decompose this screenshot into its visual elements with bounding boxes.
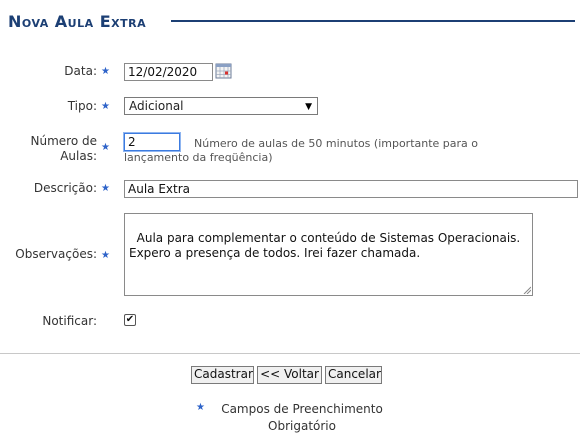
lessons-label: Número de Aulas:	[31, 134, 97, 164]
lessons-input[interactable]: 2	[124, 133, 180, 151]
required-star-icon: ★	[101, 66, 110, 77]
register-button[interactable]: Cadastrar	[191, 366, 254, 384]
cancel-button[interactable]: Cancelar	[325, 366, 382, 384]
resize-handle-icon[interactable]	[523, 286, 531, 294]
page-title: Nova Aula Extra	[8, 12, 147, 31]
lessons-label-line2: Aulas:	[60, 149, 97, 163]
divider	[0, 353, 580, 354]
title-rule	[171, 20, 575, 22]
calendar-icon[interactable]	[215, 62, 232, 79]
notify-checkbox[interactable]: ✔	[124, 314, 136, 326]
notes-text: Aula para complementar o conteúdo de Sis…	[129, 231, 521, 260]
lessons-label-line1: Número de	[30, 134, 97, 148]
notes-label: Observações:	[15, 247, 97, 261]
chevron-down-icon: ▼	[305, 102, 312, 112]
required-fields-note: Campos de Preenchimento Obrigatório	[212, 401, 392, 435]
back-button[interactable]: << Voltar	[257, 366, 322, 384]
required-star-icon: ★	[101, 183, 110, 194]
required-note-line1: Campos de Preenchimento	[221, 402, 383, 416]
notes-textarea[interactable]: Aula para complementar o conteúdo de Sis…	[124, 213, 533, 296]
type-select[interactable]: Adicional ▼	[124, 97, 318, 115]
lessons-hint: Número de aulas de 50 minutos (important…	[194, 137, 479, 150]
description-input[interactable]: Aula Extra	[124, 180, 578, 198]
required-star-icon: ★	[101, 142, 110, 153]
lessons-hint-cont: lançamento da freqüência)	[124, 151, 273, 164]
notify-label: Notificar:	[42, 314, 97, 328]
description-label: Descrição:	[33, 181, 97, 195]
required-star-icon: ★	[101, 250, 110, 261]
type-select-value: Adicional	[129, 99, 184, 113]
required-star-icon: ★	[196, 402, 205, 413]
date-label: Data:	[64, 64, 97, 78]
date-input[interactable]: 12/02/2020	[124, 63, 213, 81]
required-star-icon: ★	[101, 101, 110, 112]
required-note-line2: Obrigatório	[268, 419, 336, 433]
type-label: Tipo:	[67, 99, 97, 113]
